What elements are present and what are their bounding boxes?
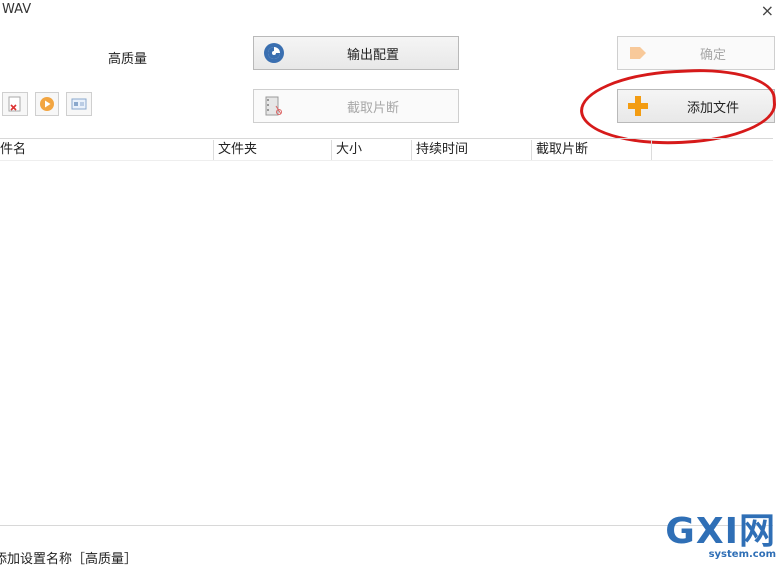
clip-segment-label: 截取片断 xyxy=(346,100,399,116)
table-header: 件名 文件夹 大小 持续时间 截取片断 xyxy=(0,140,773,160)
column-header-filename[interactable]: 件名 xyxy=(0,140,214,160)
column-header-size[interactable]: 大小 xyxy=(332,140,412,160)
status-divider xyxy=(0,525,773,526)
preset-quality-label: 高质量 xyxy=(108,52,148,67)
column-header-clip[interactable]: 截取片断 xyxy=(532,140,652,160)
output-config-button[interactable]: 输出配置 xyxy=(253,36,459,70)
column-header-duration[interactable]: 持续时间 xyxy=(412,140,532,160)
settings-gear-icon xyxy=(260,39,288,67)
watermark-logo: GXI网 system.com xyxy=(665,514,776,560)
file-list[interactable] xyxy=(0,161,773,523)
confirm-label: 确定 xyxy=(699,47,726,63)
confirm-button[interactable]: 确定 xyxy=(617,36,775,70)
column-header-extra[interactable] xyxy=(652,140,773,160)
add-file-label: 添加文件 xyxy=(686,100,739,116)
add-file-button[interactable]: 添加文件 xyxy=(617,89,775,123)
clip-segment-button[interactable]: 截取片断 xyxy=(253,89,459,123)
film-scissors-icon xyxy=(260,92,288,120)
play-icon[interactable] xyxy=(35,92,59,116)
remove-file-icon[interactable] xyxy=(2,92,28,116)
plus-icon xyxy=(624,92,652,120)
window-title: WAV xyxy=(2,2,32,17)
properties-icon[interactable] xyxy=(66,92,92,116)
column-header-folder[interactable]: 文件夹 xyxy=(214,140,332,160)
arrow-right-icon xyxy=(624,39,652,67)
output-config-label: 输出配置 xyxy=(346,47,399,63)
table-top-border xyxy=(0,138,773,139)
status-text: 添加设置名称［高质量］ xyxy=(0,552,138,567)
watermark-brand: GXI网 xyxy=(665,511,776,552)
close-icon[interactable]: × xyxy=(761,1,774,20)
